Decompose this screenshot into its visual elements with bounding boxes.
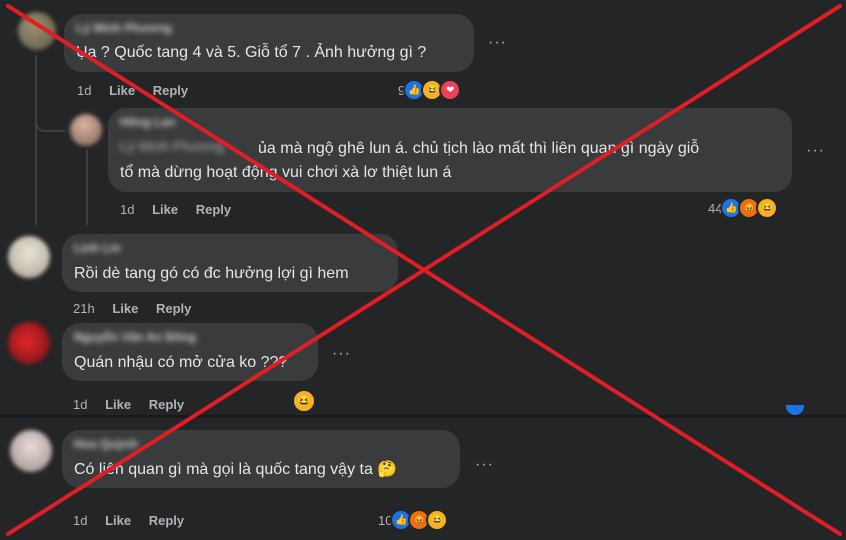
- red-cross-overlay: [6, 4, 842, 536]
